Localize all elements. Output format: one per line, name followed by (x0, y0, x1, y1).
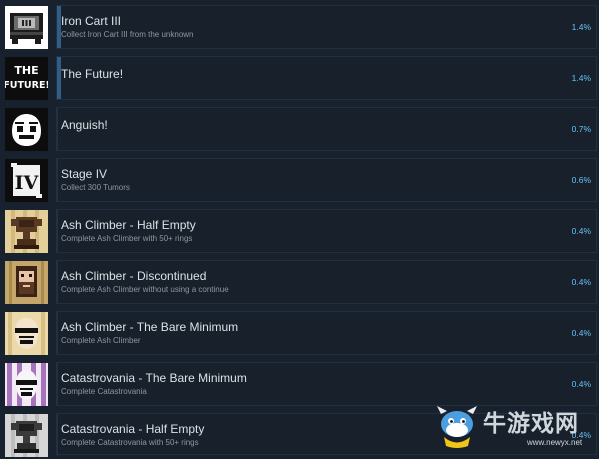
achievement-progress-bar (57, 57, 61, 99)
achievement-card: Ash Climber - Half Empty Complete Ash Cl… (56, 209, 597, 253)
svg-text:THE: THE (14, 64, 38, 77)
achievement-title: Ash Climber - Discontinued (61, 269, 207, 283)
achievement-title: Stage IV (61, 167, 108, 181)
achievement-title: Iron Cart III (61, 14, 122, 28)
achievement-percent: 0.4% (571, 328, 591, 338)
achievement-title: Catastrovania - Half Empty (61, 422, 205, 436)
achievement-row[interactable]: Ash Climber - Discontinued Complete Ash … (0, 259, 599, 306)
bearded-face-icon (5, 261, 48, 304)
achievement-progress-bar (57, 210, 58, 252)
achievement-percent: 0.7% (571, 124, 591, 134)
achievement-progress-bar (57, 261, 58, 303)
achievement-title: The Future! (61, 67, 124, 81)
achievement-percent: 0.4% (571, 277, 591, 287)
svg-text:FUTURE!: FUTURE! (5, 80, 48, 91)
achievement-description: Collect Iron Cart III from the unknown (61, 30, 194, 39)
achievement-card: Ash Climber - The Bare Minimum Complete … (56, 311, 597, 355)
achievement-card: Catastrovania - The Bare Minimum Complet… (56, 362, 597, 406)
achievement-description: Complete Ash Climber without using a con… (61, 285, 229, 294)
achievement-row[interactable]: Iron Cart III Collect Iron Cart III from… (0, 4, 599, 51)
achievement-percent: 1.4% (571, 22, 591, 32)
bandaged-face-striped-icon (5, 363, 48, 406)
achievement-progress-bar (57, 159, 58, 201)
watermark-url: www.newyx.net (527, 438, 583, 447)
gray-trophy-icon (5, 414, 48, 457)
achievement-card: Anguish! 0.7% (56, 107, 597, 151)
achievement-progress-bar (57, 108, 58, 150)
achievement-title: Catastrovania - The Bare Minimum (61, 371, 247, 385)
watermark-text: 牛游戏网 (483, 411, 579, 437)
achievement-title: Ash Climber - The Bare Minimum (61, 320, 239, 334)
achievement-row[interactable]: IV Stage IV Collect 300 Tumors 0.6% (0, 157, 599, 204)
the-future-icon: THE FUTURE! (5, 57, 48, 100)
achievement-row[interactable]: Catastrovania - The Bare Minimum Complet… (0, 361, 599, 408)
horned-mascot-logo (437, 406, 477, 448)
achievement-title: Ash Climber - Half Empty (61, 218, 196, 232)
achievement-row[interactable]: Ash Climber - The Bare Minimum Complete … (0, 310, 599, 357)
achievement-title: Anguish! (61, 118, 108, 132)
achievement-description: Complete Ash Climber (61, 336, 141, 345)
achievement-row[interactable]: Anguish! 0.7% (0, 106, 599, 153)
achievement-card: The Future! 1.4% (56, 56, 597, 100)
achievement-card: Stage IV Collect 300 Tumors 0.6% (56, 158, 597, 202)
achievement-description: Complete Ash Climber with 50+ rings (61, 234, 193, 243)
bandaged-face-icon (5, 312, 48, 355)
achievement-percent: 0.4% (571, 226, 591, 236)
achievement-row[interactable]: Ash Climber - Half Empty Complete Ash Cl… (0, 208, 599, 255)
achievement-card: Iron Cart III Collect Iron Cart III from… (56, 5, 597, 49)
achievement-row[interactable]: THE FUTURE! The Future! 1.4% (0, 55, 599, 102)
achievement-progress-bar (57, 363, 58, 405)
site-watermark: 牛游戏网 www.newyx.net (435, 404, 595, 452)
anguish-face-icon (5, 108, 48, 151)
achievement-description: Complete Catastrovania (61, 387, 147, 396)
achievement-percent: 0.4% (571, 379, 591, 389)
achievement-progress-bar (57, 414, 58, 456)
achievement-description: Complete Catastrovania with 50+ rings (61, 438, 199, 447)
achievement-description: Collect 300 Tumors (61, 183, 130, 192)
achievement-progress-bar (57, 6, 61, 48)
achievement-card: Ash Climber - Discontinued Complete Ash … (56, 260, 597, 304)
achievement-progress-bar (57, 312, 58, 354)
stage-four-icon: IV (5, 159, 48, 202)
achievement-percent: 1.4% (571, 73, 591, 83)
trophy-icon (5, 210, 48, 253)
achievement-percent: 0.6% (571, 175, 591, 185)
iron-cart-icon (5, 6, 48, 49)
svg-text:IV: IV (15, 172, 40, 194)
